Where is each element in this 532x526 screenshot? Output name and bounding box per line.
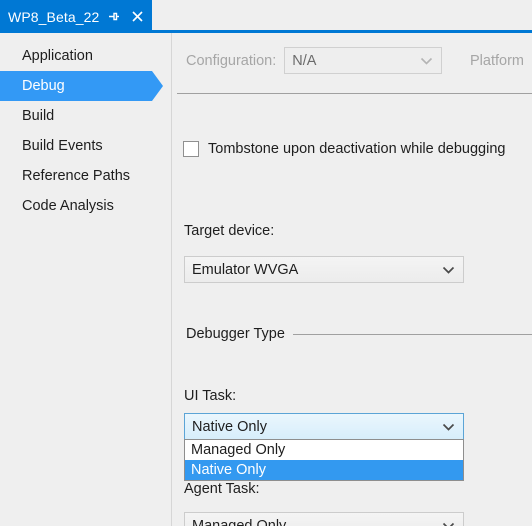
properties-window: WP8_Beta_22 Application Debug Build Buil… <box>0 0 532 526</box>
agent-task-label: Agent Task: <box>184 481 260 497</box>
sidebar-item-build[interactable]: Build <box>0 101 171 131</box>
chevron-down-icon <box>442 422 455 431</box>
tombstone-checkbox[interactable] <box>183 141 199 157</box>
dropdown-option-managed-only[interactable]: Managed Only <box>185 440 463 460</box>
ui-task-dropdown-list[interactable]: Managed Only Native Only <box>184 439 464 481</box>
sidebar-item-label: Application <box>22 48 93 64</box>
pin-icon[interactable] <box>103 6 123 28</box>
target-device-value: Emulator WVGA <box>192 261 299 278</box>
configuration-dropdown[interactable]: N/A <box>284 47 443 74</box>
agent-task-dropdown[interactable]: Managed Only <box>184 512 464 526</box>
sidebar-item-debug[interactable]: Debug <box>0 71 163 101</box>
debugger-type-group-header: Debugger Type <box>186 326 532 342</box>
target-device-label: Target device: <box>184 223 275 239</box>
chevron-down-icon <box>420 56 433 65</box>
close-icon[interactable] <box>127 6 147 28</box>
sidebar-item-reference-paths[interactable]: Reference Paths <box>0 161 171 191</box>
agent-task-value: Managed Only <box>192 517 287 526</box>
chevron-down-icon <box>442 521 455 526</box>
group-separator <box>292 333 532 335</box>
dropdown-option-native-only[interactable]: Native Only <box>185 460 463 480</box>
configuration-label: Configuration: <box>186 52 277 69</box>
tombstone-label: Tombstone upon deactivation while debugg… <box>208 141 506 157</box>
ui-task-label: UI Task: <box>184 388 237 404</box>
sidebar-item-label: Build Events <box>22 138 103 154</box>
sidebar-item-application[interactable]: Application <box>0 41 171 71</box>
sidebar-item-label: Build <box>22 108 55 124</box>
configuration-row: Configuration: N/A <box>186 47 443 74</box>
sidebar-item-label: Debug <box>22 78 65 94</box>
sidebar-item-label: Code Analysis <box>22 198 114 214</box>
dropdown-option-label: Native Only <box>191 462 266 478</box>
selection-arrow-icon <box>152 71 163 101</box>
configuration-value: N/A <box>292 52 317 69</box>
sidebar-item-label: Reference Paths <box>22 168 131 184</box>
tab-strip: WP8_Beta_22 <box>0 0 532 33</box>
ui-task-value: Native Only <box>192 418 267 435</box>
ui-task-dropdown[interactable]: Native Only <box>184 413 464 440</box>
platform-label: Platform <box>470 53 524 69</box>
header-separator <box>177 93 532 94</box>
tombstone-checkbox-row[interactable]: Tombstone upon deactivation while debugg… <box>183 141 505 157</box>
sidebar: Application Debug Build Build Events Ref… <box>0 33 172 526</box>
sidebar-item-code-analysis[interactable]: Code Analysis <box>0 191 171 221</box>
debugger-type-label: Debugger Type <box>186 326 285 342</box>
debug-settings-pane: Configuration: N/A Platform Tombstone up… <box>173 33 532 526</box>
tab-wp8-beta-22[interactable]: WP8_Beta_22 <box>0 0 152 33</box>
chevron-down-icon <box>442 265 455 274</box>
target-device-dropdown[interactable]: Emulator WVGA <box>184 256 464 283</box>
tab-title: WP8_Beta_22 <box>8 8 100 25</box>
dropdown-option-label: Managed Only <box>191 442 286 458</box>
sidebar-item-build-events[interactable]: Build Events <box>0 131 171 161</box>
